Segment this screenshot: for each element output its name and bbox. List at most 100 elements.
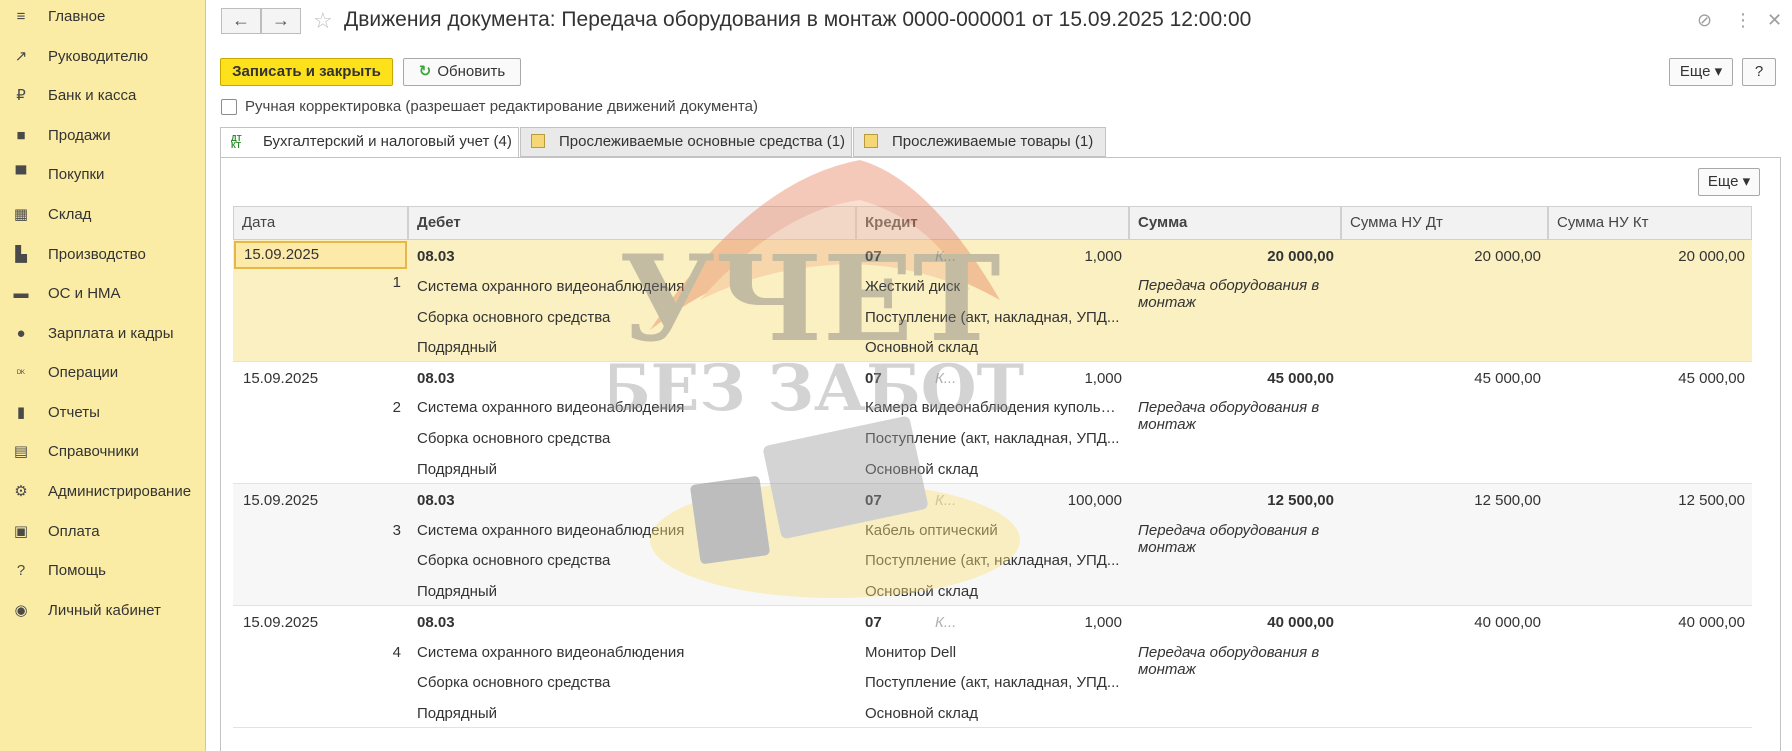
table-row[interactable]: 15.09.2025 1 08.03 Система охранного вид…: [233, 240, 1752, 362]
debit-subconto-2[interactable]: Сборка основного средства: [417, 309, 847, 326]
column-header-debit[interactable]: Дебет: [408, 206, 856, 240]
table-row[interactable]: 15.09.2025 3 08.03 Система охранного вид…: [233, 484, 1752, 606]
favorite-star-icon[interactable]: ☆: [313, 8, 333, 34]
sum-nu-kt[interactable]: 12 500,00: [1548, 492, 1745, 509]
back-button[interactable]: ←: [221, 8, 261, 34]
credit-subconto-3[interactable]: Основной склад: [865, 461, 1121, 478]
debit-account[interactable]: 08.03: [417, 370, 455, 387]
sidebar-item-warehouse[interactable]: ▦ Склад: [0, 200, 206, 230]
credit-account[interactable]: 07: [865, 492, 882, 509]
debit-subconto-2[interactable]: Сборка основного средства: [417, 552, 847, 569]
sidebar-item-salary[interactable]: ● Зарплата и кадры: [0, 319, 206, 349]
column-header-sum-nu-kt[interactable]: Сумма НУ Кт: [1548, 206, 1752, 240]
credit-subconto-3[interactable]: Основной склад: [865, 339, 1121, 356]
operation-content[interactable]: Передача оборудования в монтаж: [1138, 644, 1334, 678]
credit-quantity[interactable]: 1,000: [1003, 370, 1122, 387]
debit-subconto-1[interactable]: Система охранного видеонаблюдения: [417, 522, 847, 539]
credit-quantity[interactable]: 1,000: [1003, 248, 1122, 265]
table-row[interactable]: 15.09.2025 2 08.03 Система охранного вид…: [233, 362, 1752, 484]
debit-subconto-2[interactable]: Сборка основного средства: [417, 430, 847, 447]
credit-subconto-2[interactable]: Поступление (акт, накладная, УПД...: [865, 430, 1121, 447]
sum-nu-dt[interactable]: 45 000,00: [1341, 370, 1541, 387]
credit-account[interactable]: 07: [865, 370, 882, 387]
sidebar-item-main[interactable]: ≡ Главное: [0, 2, 206, 32]
sidebar-item-purchases[interactable]: ▀ Покупки: [0, 160, 206, 190]
column-header-sum[interactable]: Сумма: [1129, 206, 1341, 240]
debit-subconto-1[interactable]: Система охранного видеонаблюдения: [417, 399, 847, 416]
credit-subconto-2[interactable]: Поступление (акт, накладная, УПД...: [865, 674, 1121, 691]
debit-subconto-3[interactable]: Подрядный: [417, 339, 847, 356]
more-button[interactable]: Еще ▾: [1669, 58, 1733, 86]
debit-subconto-3[interactable]: Подрядный: [417, 461, 847, 478]
sidebar-item-reports[interactable]: ▮ Отчеты: [0, 398, 206, 428]
close-icon[interactable]: ✕: [1767, 10, 1782, 31]
credit-subconto-2[interactable]: Поступление (акт, накладная, УПД...: [865, 309, 1121, 326]
tab-accounting[interactable]: ДТ КТ Бухгалтерский и налоговый учет (4): [220, 127, 519, 158]
sum-nu-kt[interactable]: 40 000,00: [1548, 614, 1745, 631]
sum-value[interactable]: 20 000,00: [1129, 248, 1334, 265]
sidebar-item-help[interactable]: ? Помощь: [0, 556, 206, 586]
debit-subconto-3[interactable]: Подрядный: [417, 583, 847, 600]
manual-correction-label: Ручная корректировка (разрешает редактир…: [245, 98, 758, 115]
sidebar-item-payment[interactable]: ▣ Оплата: [0, 517, 206, 547]
credit-account[interactable]: 07: [865, 248, 882, 265]
sum-nu-dt[interactable]: 20 000,00: [1341, 248, 1541, 265]
debit-subconto-3[interactable]: Подрядный: [417, 705, 847, 722]
sum-nu-kt[interactable]: 45 000,00: [1548, 370, 1745, 387]
tab-tracked-assets[interactable]: Прослеживаемые основные средства (1): [520, 127, 852, 157]
table-more-button[interactable]: Еще ▾: [1698, 168, 1760, 196]
credit-account[interactable]: 07: [865, 614, 882, 631]
debit-account[interactable]: 08.03: [417, 614, 455, 631]
debit-account[interactable]: 08.03: [417, 492, 455, 509]
sidebar-item-account[interactable]: ◉ Личный кабинет: [0, 596, 206, 626]
debit-subconto-1[interactable]: Система охранного видеонаблюдения: [417, 644, 847, 661]
manual-correction-checkbox[interactable]: [221, 99, 237, 115]
credit-subconto-3[interactable]: Основной склад: [865, 583, 1121, 600]
sidebar-item-production[interactable]: ▙ Производство: [0, 240, 206, 270]
sidebar-item-operations[interactable]: ᴰᴷ Операции: [0, 358, 206, 388]
table-row[interactable]: 15.09.2025 4 08.03 Система охранного вид…: [233, 606, 1752, 728]
date-cell[interactable]: 15.09.2025: [243, 614, 318, 631]
date-cell[interactable]: 15.09.2025: [243, 370, 318, 387]
coin-icon: ₽: [16, 87, 26, 104]
sum-nu-dt[interactable]: 12 500,00: [1341, 492, 1541, 509]
column-header-credit[interactable]: Кредит: [856, 206, 1129, 240]
sum-value[interactable]: 40 000,00: [1129, 614, 1334, 631]
date-cell[interactable]: 15.09.2025: [234, 241, 407, 269]
sidebar-item-admin[interactable]: ⚙ Администрирование: [0, 477, 206, 507]
credit-subconto-3[interactable]: Основной склад: [865, 705, 1121, 722]
debit-account[interactable]: 08.03: [417, 248, 455, 265]
sidebar-item-references[interactable]: ▤ Справочники: [0, 437, 206, 467]
save-close-button[interactable]: Записать и закрыть: [220, 58, 393, 86]
debit-subconto-2[interactable]: Сборка основного средства: [417, 674, 847, 691]
date-cell[interactable]: 15.09.2025: [243, 492, 318, 509]
link-icon[interactable]: ⊘: [1697, 10, 1712, 31]
sidebar-item-sales[interactable]: ■ Продажи: [0, 121, 206, 151]
column-header-sum-nu-dt[interactable]: Сумма НУ Дт: [1341, 206, 1548, 240]
operation-content[interactable]: Передача оборудования в монтаж: [1138, 522, 1334, 556]
tab-tracked-goods[interactable]: Прослеживаемые товары (1): [853, 127, 1106, 157]
operation-content[interactable]: Передача оборудования в монтаж: [1138, 399, 1334, 433]
more-vertical-icon[interactable]: ⋮: [1734, 10, 1752, 31]
credit-subconto-1[interactable]: Монитор Dell: [865, 644, 1121, 661]
refresh-button[interactable]: ↻ Обновить: [403, 58, 521, 86]
forward-button[interactable]: →: [261, 8, 301, 34]
credit-quantity[interactable]: 100,000: [1003, 492, 1122, 509]
credit-subconto-1[interactable]: Кабель оптический: [865, 522, 1121, 539]
credit-subconto-1[interactable]: Жесткий диск: [865, 278, 1121, 295]
sum-value[interactable]: 45 000,00: [1129, 370, 1334, 387]
credit-subconto-2[interactable]: Поступление (акт, накладная, УПД...: [865, 552, 1121, 569]
debit-subconto-1[interactable]: Система охранного видеонаблюдения: [417, 278, 847, 295]
sidebar-item-bank[interactable]: ₽ Банк и касса: [0, 81, 206, 111]
sum-nu-kt[interactable]: 20 000,00: [1548, 248, 1745, 265]
sidebar-item-label: Оплата: [48, 523, 100, 540]
help-button[interactable]: ?: [1742, 58, 1776, 86]
sum-value[interactable]: 12 500,00: [1129, 492, 1334, 509]
operation-content[interactable]: Передача оборудования в монтаж: [1138, 277, 1334, 311]
sidebar-item-manager[interactable]: ↗ Руководителю: [0, 42, 206, 72]
sum-nu-dt[interactable]: 40 000,00: [1341, 614, 1541, 631]
column-header-date[interactable]: Дата: [233, 206, 408, 240]
credit-subconto-1[interactable]: Камера видеонаблюдения купольн...: [865, 399, 1121, 416]
credit-quantity[interactable]: 1,000: [1003, 614, 1122, 631]
sidebar-item-fixed-assets[interactable]: ▬ ОС и НМА: [0, 279, 206, 309]
